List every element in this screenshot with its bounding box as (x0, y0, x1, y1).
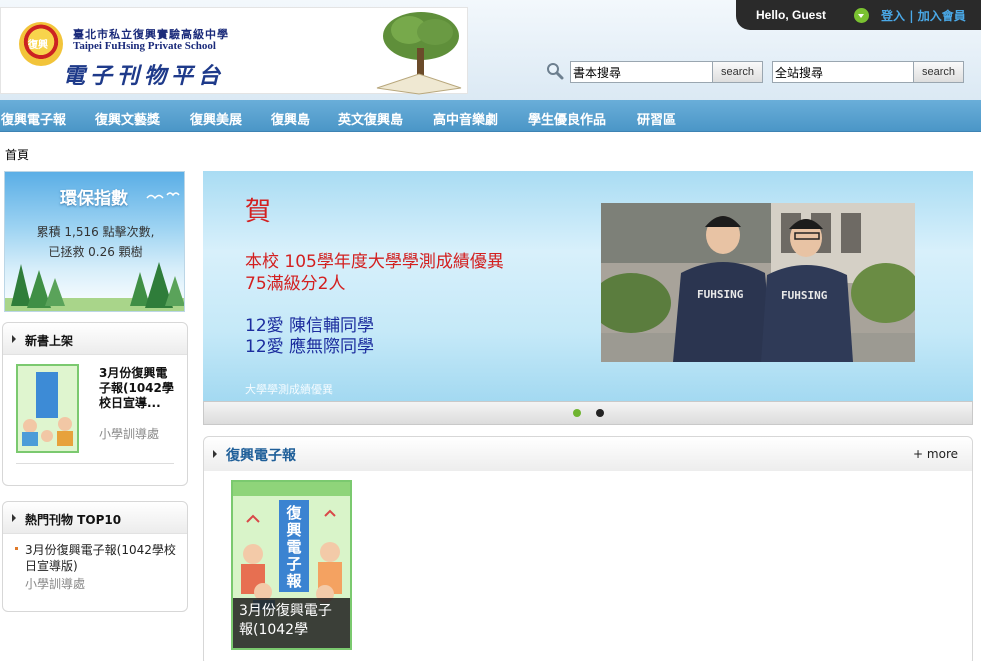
site-search-box: search (772, 61, 964, 83)
top10-header: 熱門刊物 TOP10 (3, 502, 187, 534)
user-menu-icon[interactable] (854, 8, 869, 23)
nav-item-fuhsing-island[interactable]: 復興島 (271, 109, 310, 128)
enews-section-header: 復興電子報 + more (204, 437, 972, 471)
slide-dot-1[interactable] (573, 409, 581, 417)
platform-title: 電子刊物平台 (63, 63, 226, 89)
enews-book-caption: 3月份復興電子報(1042學 (233, 598, 350, 648)
auth-links: 登入 | 加入會員 (881, 7, 966, 24)
new-book-author: 小學訓導處 (99, 427, 160, 441)
slide-dot-2[interactable] (596, 409, 604, 417)
eco-click-count: 累積 1,516 點擊次數, (36, 225, 155, 239)
cover-title-char: 電 (286, 538, 301, 556)
svg-text:FUHSING: FUHSING (781, 289, 828, 302)
site-search-input[interactable] (773, 62, 914, 82)
nav-item-english-island[interactable]: 英文復興島 (338, 109, 403, 128)
login-link[interactable]: 登入 (881, 9, 905, 23)
banner-line-2: 75滿級分2人 (245, 274, 346, 294)
enews-section-title[interactable]: 復興電子報 (226, 445, 296, 465)
panel-arrow-icon (213, 450, 217, 458)
eco-index-title: 環保指數 (60, 189, 128, 209)
cover-title-char: 報 (286, 572, 302, 590)
new-books-panel: 新書上架 3月份復興電子報(1042學校日宣導... 小學訓導處 (2, 322, 188, 486)
school-name-en: Taipei FuHsing Private School (73, 40, 216, 52)
cover-title-char: 子 (286, 555, 301, 573)
enews-book-card[interactable]: 復興電子報 3月份復興電子報(1042學 (231, 480, 352, 650)
new-book-cover[interactable] (16, 364, 79, 453)
slider-controls (203, 401, 973, 425)
forest-icon (5, 262, 184, 311)
cover-title-char: 復 (285, 504, 302, 522)
banner-caption: 大學學測成績優異 (245, 383, 333, 396)
eco-index-panel: 環保指數 累積 1,516 點擊次數, 已拯救 0.26 顆樹 (4, 171, 185, 312)
register-link[interactable]: 加入會員 (918, 9, 966, 23)
top10-panel: 熱門刊物 TOP10 3月份復興電子報(1042學校日宣導版) 小學訓導處 (2, 501, 188, 612)
panel-arrow-icon (12, 514, 16, 522)
svg-text:FUHSING: FUHSING (697, 288, 744, 301)
new-books-title: 新書上架 (25, 334, 74, 348)
new-books-header: 新書上架 (3, 323, 187, 355)
top10-item-title[interactable]: 3月份復興電子報(1042學校日宣導版) (25, 542, 181, 574)
book-search-input[interactable] (571, 62, 713, 82)
banner-student-2: 12愛 應無際同學 (245, 337, 375, 357)
top10-item-author: 小學訓導處 (25, 577, 86, 591)
enews-section: 復興電子報 + more 復興電子報 3月份復興電子報(1042學 (203, 436, 973, 661)
breadcrumb[interactable]: 首頁 (5, 146, 29, 163)
nav-item-fuhsing-enews[interactable]: 復興電子報 (1, 109, 66, 128)
nav-item-study-area[interactable]: 研習區 (637, 109, 676, 128)
site-search-button[interactable]: search (913, 62, 963, 82)
more-link[interactable]: + more (913, 447, 958, 461)
top10-title: 熱門刊物 TOP10 (25, 513, 122, 527)
greeting-text: Hello, Guest (756, 8, 827, 22)
auth-separator: | (909, 9, 914, 23)
new-book-title[interactable]: 3月份復興電子報(1042學校日宣導... (99, 366, 179, 411)
students-photo-image: FUHSING FUHSING (601, 203, 915, 362)
search-icon (547, 63, 564, 80)
book-cover-art-icon (18, 366, 77, 451)
hero-banner[interactable]: 賀 本校 105學年度大學學測成績優異 75滿級分2人 12愛 陳信輔同學 12… (203, 171, 973, 401)
tree-book-icon (376, 12, 462, 95)
book-search-button[interactable]: search (712, 62, 762, 82)
students-photo: FUHSING FUHSING (601, 203, 915, 362)
nav-item-art-exhibition[interactable]: 復興美展 (190, 109, 242, 128)
banner-heading: 賀 (245, 197, 272, 227)
book-search-box: search (570, 61, 763, 83)
nav-item-student-works[interactable]: 學生優良作品 (528, 109, 606, 128)
site-logo[interactable]: 復興 臺北市私立復興實驗高級中學 Taipei FuHsing Private … (0, 7, 468, 95)
user-bar: Hello, Guest 登入 | 加入會員 (736, 0, 981, 30)
nav-item-musical[interactable]: 高中音樂劇 (433, 109, 498, 128)
school-emblem-icon: 復興 (19, 22, 63, 66)
cover-title-char: 興 (286, 521, 301, 539)
site-header: 復興 臺北市私立復興實驗高級中學 Taipei FuHsing Private … (0, 0, 981, 100)
panel-arrow-icon (12, 335, 16, 343)
nav-item-literature-award[interactable]: 復興文藝獎 (95, 109, 160, 128)
main-nav: 復興電子報 復興文藝獎 復興美展 復興島 英文復興島 高中音樂劇 學生優良作品 … (0, 100, 981, 132)
panel-divider (16, 463, 174, 464)
birds-icon (146, 192, 180, 200)
list-bullet-icon (15, 547, 18, 550)
